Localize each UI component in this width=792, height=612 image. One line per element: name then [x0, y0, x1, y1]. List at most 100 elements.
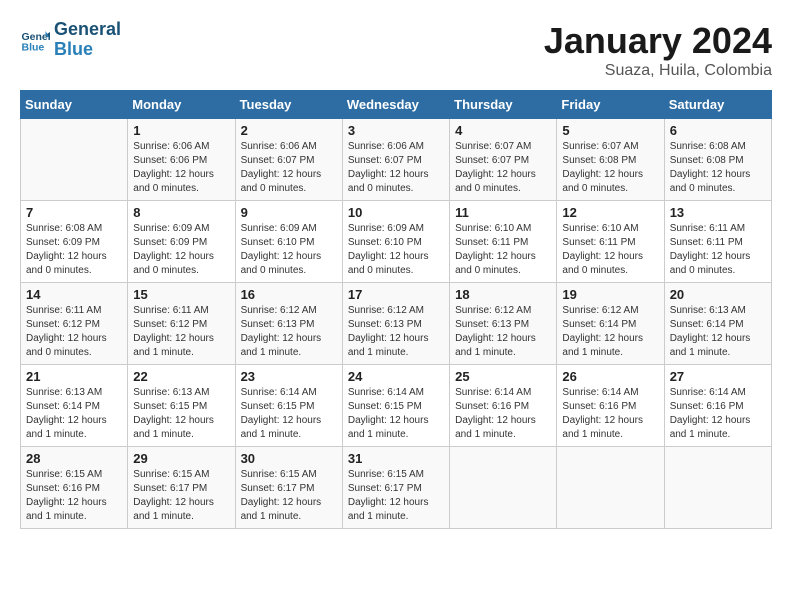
- day-number: 12: [562, 205, 658, 220]
- calendar-cell: 6Sunrise: 6:08 AM Sunset: 6:08 PM Daylig…: [664, 119, 771, 201]
- logo-general: General: [54, 20, 121, 40]
- calendar-cell: [21, 119, 128, 201]
- day-info: Sunrise: 6:15 AM Sunset: 6:17 PM Dayligh…: [348, 468, 444, 524]
- calendar-cell: 8 Sunrise: 6:09 AM Sunset: 6:09 PM Daylig…: [128, 201, 235, 283]
- calendar-cell: 18Sunrise: 6:12 AM Sunset: 6:13 PM Dayli…: [450, 283, 557, 365]
- month-title: January 2024: [544, 20, 772, 62]
- header-row: SundayMondayTuesdayWednesdayThursdayFrid…: [21, 91, 772, 119]
- day-info: Sunrise: 6:10 AM Sunset: 6:11 PM Dayligh…: [562, 222, 658, 278]
- calendar-cell: 13 Sunrise: 6:11 AM Sunset: 6:11 PM Dayli…: [664, 201, 771, 283]
- weekday-header: Sunday: [21, 91, 128, 119]
- calendar-cell: [450, 447, 557, 529]
- day-info: Sunrise: 6:12 AM Sunset: 6:14 PM Dayligh…: [562, 304, 658, 360]
- day-info: Sunrise: 6:14 AM Sunset: 6:16 PM Dayligh…: [562, 386, 658, 442]
- calendar-cell: [664, 447, 771, 529]
- calendar-cell: 19 Sunrise: 6:12 AM Sunset: 6:14 PM Dayli…: [557, 283, 664, 365]
- calendar-cell: 4 Sunrise: 6:07 AM Sunset: 6:07 PM Daylig…: [450, 119, 557, 201]
- calendar-cell: 3 Sunrise: 6:06 AM Sunset: 6:07 PM Daylig…: [342, 119, 449, 201]
- day-info: Sunrise: 6:06 AM Sunset: 6:06 PM Dayligh…: [133, 140, 229, 196]
- day-number: 5: [562, 123, 658, 138]
- day-number: 30: [241, 451, 337, 466]
- day-number: 28: [26, 451, 122, 466]
- day-number: 20: [670, 287, 766, 302]
- day-number: 1: [133, 123, 229, 138]
- day-number: 21: [26, 369, 122, 384]
- calendar-cell: 31 Sunrise: 6:15 AM Sunset: 6:17 PM Dayli…: [342, 447, 449, 529]
- calendar-cell: 24 Sunrise: 6:14 AM Sunset: 6:15 PM Dayli…: [342, 365, 449, 447]
- day-number: 25: [455, 369, 551, 384]
- day-number: 15: [133, 287, 229, 302]
- day-number: 17: [348, 287, 444, 302]
- calendar-table: SundayMondayTuesdayWednesdayThursdayFrid…: [20, 90, 772, 529]
- day-number: 19: [562, 287, 658, 302]
- day-number: 6: [670, 123, 766, 138]
- day-number: 3: [348, 123, 444, 138]
- day-info: Sunrise: 6:11 AM Sunset: 6:12 PM Dayligh…: [133, 304, 229, 360]
- calendar-cell: 21 Sunrise: 6:13 AM Sunset: 6:14 PM Dayli…: [21, 365, 128, 447]
- calendar-week-row: 14Sunrise: 6:11 AM Sunset: 6:12 PM Dayli…: [21, 283, 772, 365]
- calendar-cell: 14Sunrise: 6:11 AM Sunset: 6:12 PM Dayli…: [21, 283, 128, 365]
- day-number: 11: [455, 205, 551, 220]
- day-info: Sunrise: 6:15 AM Sunset: 6:16 PM Dayligh…: [26, 468, 122, 524]
- calendar-cell: 27 Sunrise: 6:14 AM Sunset: 6:16 PM Dayli…: [664, 365, 771, 447]
- day-info: Sunrise: 6:06 AM Sunset: 6:07 PM Dayligh…: [241, 140, 337, 196]
- calendar-cell: 26 Sunrise: 6:14 AM Sunset: 6:16 PM Dayli…: [557, 365, 664, 447]
- calendar-week-row: 1 Sunrise: 6:06 AM Sunset: 6:06 PM Daylig…: [21, 119, 772, 201]
- calendar-cell: 28 Sunrise: 6:15 AM Sunset: 6:16 PM Dayli…: [21, 447, 128, 529]
- weekday-header: Monday: [128, 91, 235, 119]
- weekday-header: Saturday: [664, 91, 771, 119]
- calendar-cell: 5 Sunrise: 6:07 AM Sunset: 6:08 PM Daylig…: [557, 119, 664, 201]
- day-number: 4: [455, 123, 551, 138]
- day-info: Sunrise: 6:14 AM Sunset: 6:15 PM Dayligh…: [241, 386, 337, 442]
- calendar-header: SundayMondayTuesdayWednesdayThursdayFrid…: [21, 91, 772, 119]
- day-number: 23: [241, 369, 337, 384]
- calendar-cell: 29Sunrise: 6:15 AM Sunset: 6:17 PM Dayli…: [128, 447, 235, 529]
- day-info: Sunrise: 6:14 AM Sunset: 6:16 PM Dayligh…: [670, 386, 766, 442]
- location: Suaza, Huila, Colombia: [544, 62, 772, 80]
- day-info: Sunrise: 6:09 AM Sunset: 6:09 PM Dayligh…: [133, 222, 229, 278]
- day-info: Sunrise: 6:12 AM Sunset: 6:13 PM Dayligh…: [348, 304, 444, 360]
- day-info: Sunrise: 6:11 AM Sunset: 6:12 PM Dayligh…: [26, 304, 122, 360]
- day-info: Sunrise: 6:14 AM Sunset: 6:15 PM Dayligh…: [348, 386, 444, 442]
- calendar-cell: 17 Sunrise: 6:12 AM Sunset: 6:13 PM Dayli…: [342, 283, 449, 365]
- calendar-week-row: 7Sunrise: 6:08 AM Sunset: 6:09 PM Daylig…: [21, 201, 772, 283]
- calendar-cell: 22 Sunrise: 6:13 AM Sunset: 6:15 PM Dayli…: [128, 365, 235, 447]
- day-info: Sunrise: 6:15 AM Sunset: 6:17 PM Dayligh…: [241, 468, 337, 524]
- weekday-header: Wednesday: [342, 91, 449, 119]
- day-number: 13: [670, 205, 766, 220]
- calendar-cell: 10Sunrise: 6:09 AM Sunset: 6:10 PM Dayli…: [342, 201, 449, 283]
- calendar-cell: 2Sunrise: 6:06 AM Sunset: 6:07 PM Daylig…: [235, 119, 342, 201]
- day-info: Sunrise: 6:13 AM Sunset: 6:15 PM Dayligh…: [133, 386, 229, 442]
- calendar-cell: 25Sunrise: 6:14 AM Sunset: 6:16 PM Dayli…: [450, 365, 557, 447]
- calendar-cell: 16 Sunrise: 6:12 AM Sunset: 6:13 PM Dayli…: [235, 283, 342, 365]
- day-number: 27: [670, 369, 766, 384]
- day-number: 26: [562, 369, 658, 384]
- day-info: Sunrise: 6:12 AM Sunset: 6:13 PM Dayligh…: [241, 304, 337, 360]
- day-number: 16: [241, 287, 337, 302]
- day-number: 7: [26, 205, 122, 220]
- weekday-header: Tuesday: [235, 91, 342, 119]
- day-info: Sunrise: 6:13 AM Sunset: 6:14 PM Dayligh…: [670, 304, 766, 360]
- day-info: Sunrise: 6:09 AM Sunset: 6:10 PM Dayligh…: [348, 222, 444, 278]
- day-info: Sunrise: 6:06 AM Sunset: 6:07 PM Dayligh…: [348, 140, 444, 196]
- calendar-cell: 15 Sunrise: 6:11 AM Sunset: 6:12 PM Dayli…: [128, 283, 235, 365]
- day-info: Sunrise: 6:10 AM Sunset: 6:11 PM Dayligh…: [455, 222, 551, 278]
- day-info: Sunrise: 6:11 AM Sunset: 6:11 PM Dayligh…: [670, 222, 766, 278]
- calendar-cell: 9 Sunrise: 6:09 AM Sunset: 6:10 PM Daylig…: [235, 201, 342, 283]
- calendar-cell: 30 Sunrise: 6:15 AM Sunset: 6:17 PM Dayli…: [235, 447, 342, 529]
- calendar-cell: 1 Sunrise: 6:06 AM Sunset: 6:06 PM Daylig…: [128, 119, 235, 201]
- title-block: January 2024 Suaza, Huila, Colombia: [544, 20, 772, 80]
- weekday-header: Friday: [557, 91, 664, 119]
- day-info: Sunrise: 6:07 AM Sunset: 6:08 PM Dayligh…: [562, 140, 658, 196]
- day-number: 22: [133, 369, 229, 384]
- day-number: 8: [133, 205, 229, 220]
- day-info: Sunrise: 6:07 AM Sunset: 6:07 PM Dayligh…: [455, 140, 551, 196]
- weekday-header: Thursday: [450, 91, 557, 119]
- day-info: Sunrise: 6:09 AM Sunset: 6:10 PM Dayligh…: [241, 222, 337, 278]
- calendar-week-row: 28 Sunrise: 6:15 AM Sunset: 6:16 PM Dayli…: [21, 447, 772, 529]
- day-number: 29: [133, 451, 229, 466]
- day-number: 24: [348, 369, 444, 384]
- day-number: 31: [348, 451, 444, 466]
- day-number: 9: [241, 205, 337, 220]
- day-info: Sunrise: 6:13 AM Sunset: 6:14 PM Dayligh…: [26, 386, 122, 442]
